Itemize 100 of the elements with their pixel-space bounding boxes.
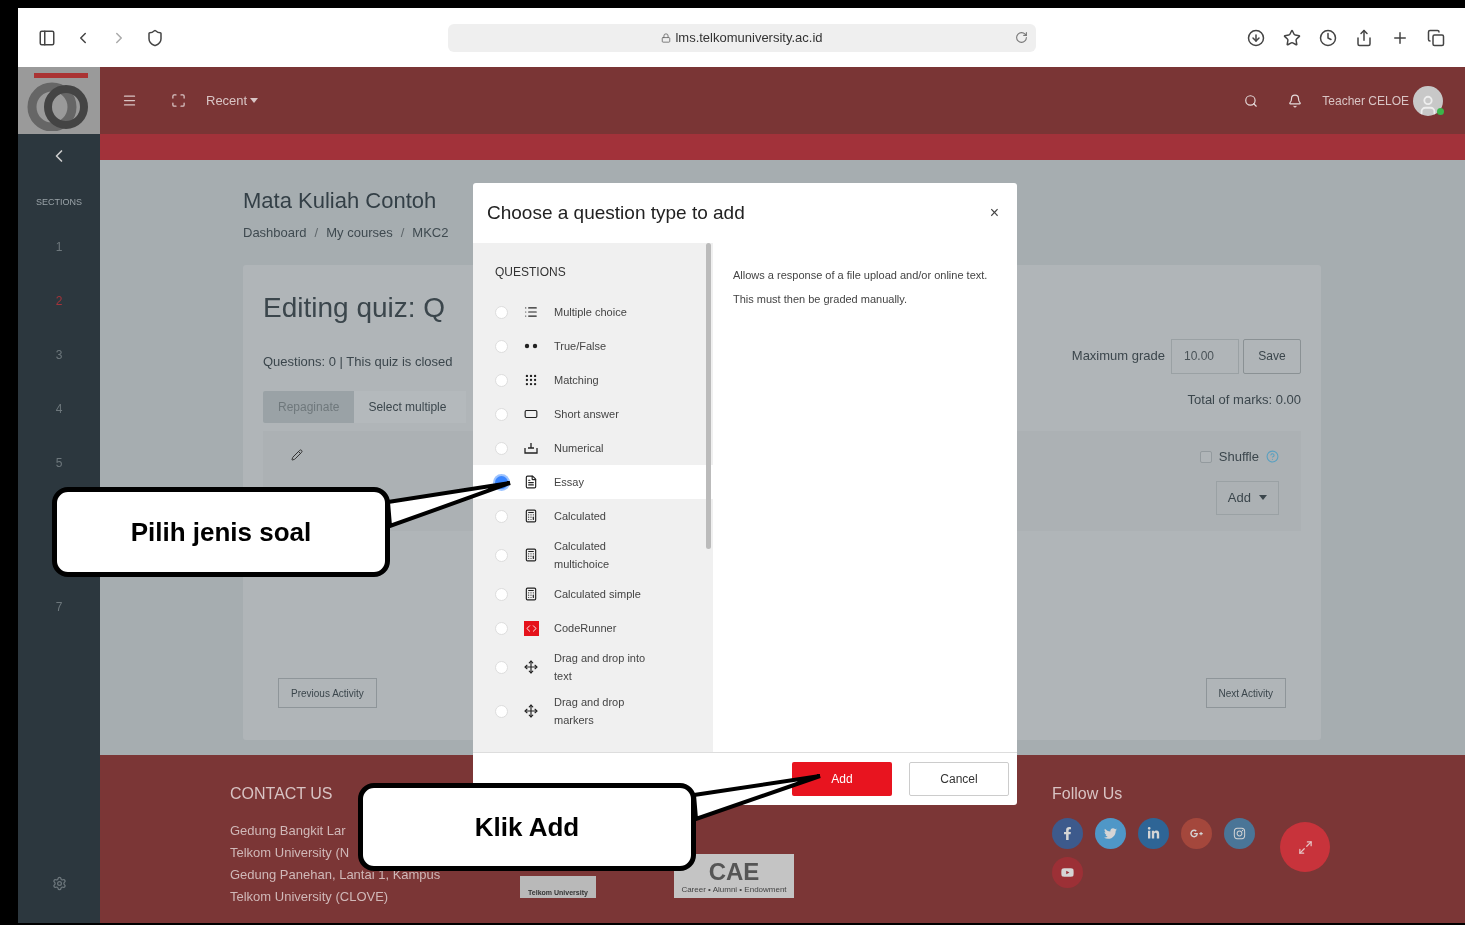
question-type-label: Calculated bbox=[554, 509, 607, 524]
list-icon bbox=[524, 305, 538, 319]
twitter-icon bbox=[1104, 827, 1117, 840]
dot-grid-icon bbox=[524, 373, 538, 387]
add-button[interactable]: Add bbox=[792, 762, 892, 796]
radio-button[interactable] bbox=[495, 407, 508, 421]
settings-icon[interactable] bbox=[51, 876, 67, 891]
facebook-link[interactable] bbox=[1052, 818, 1083, 849]
question-type-label: Matching bbox=[554, 373, 600, 388]
question-type-option[interactable]: Numerical bbox=[473, 431, 713, 465]
question-type-label: Calculated simple bbox=[554, 587, 642, 602]
tabs-icon[interactable] bbox=[1427, 28, 1445, 47]
history-icon[interactable] bbox=[1319, 28, 1337, 47]
user-name[interactable]: Teacher CELOE bbox=[1322, 91, 1409, 110]
breadcrumb-link[interactable]: MKC2 bbox=[412, 223, 449, 243]
menu-icon[interactable] bbox=[122, 93, 137, 108]
youtube-link[interactable] bbox=[1052, 857, 1083, 888]
calculator-icon bbox=[524, 509, 538, 523]
twitter-link[interactable] bbox=[1095, 818, 1126, 849]
calculator-icon bbox=[524, 587, 538, 601]
previous-activity-button[interactable]: Previous Activity bbox=[278, 678, 377, 708]
radio-button[interactable] bbox=[495, 509, 508, 523]
question-type-label: CodeRunner bbox=[554, 621, 618, 636]
youtube-icon bbox=[1061, 866, 1074, 879]
edit-icon[interactable] bbox=[291, 449, 303, 461]
radio-button[interactable] bbox=[495, 587, 508, 601]
radio-button[interactable] bbox=[495, 339, 508, 353]
expand-button[interactable] bbox=[1280, 822, 1330, 872]
question-type-label: True/False bbox=[554, 339, 608, 354]
maximum-grade-field[interactable]: 10.00 bbox=[1171, 338, 1239, 374]
radio-button[interactable] bbox=[495, 441, 508, 455]
question-type-option[interactable]: Calculated multichoice bbox=[473, 533, 713, 577]
radio-button[interactable] bbox=[495, 373, 508, 387]
radio-button[interactable] bbox=[495, 548, 508, 562]
site-logo[interactable] bbox=[18, 67, 100, 134]
question-type-option[interactable]: Drag and drop into text bbox=[473, 645, 713, 689]
question-type-label: Short answer bbox=[554, 407, 620, 422]
caret-icon bbox=[250, 98, 259, 103]
notifications-icon[interactable] bbox=[1288, 93, 1303, 108]
question-type-option[interactable]: Multiple choice bbox=[473, 295, 713, 329]
course-title: Mata Kuliah Contoh bbox=[243, 187, 437, 215]
question-type-option[interactable]: True/False bbox=[473, 329, 713, 363]
googleplus-icon bbox=[1190, 827, 1203, 840]
radio-button[interactable] bbox=[495, 660, 508, 674]
fullscreen-icon[interactable] bbox=[171, 93, 186, 108]
instagram-icon bbox=[1233, 827, 1246, 840]
question-description: Allows a response of a file upload and/or online text. This must then be graded manually. bbox=[732, 268, 989, 307]
scrollbar[interactable] bbox=[706, 243, 711, 549]
contact-line: Gedung Bangkit Lar bbox=[230, 822, 346, 840]
linkedin-link[interactable] bbox=[1138, 818, 1169, 849]
share-icon[interactable] bbox=[1355, 28, 1373, 47]
question-type-option[interactable]: CodeRunner bbox=[473, 611, 713, 645]
radio-button[interactable] bbox=[495, 305, 508, 319]
save-button[interactable]: Save bbox=[1243, 338, 1301, 374]
sidebar-toggle-icon[interactable] bbox=[38, 28, 56, 47]
question-type-option[interactable]: Calculated simple bbox=[473, 577, 713, 611]
facebook-icon bbox=[1061, 827, 1074, 840]
next-activity-button[interactable]: Next Activity bbox=[1205, 678, 1286, 708]
question-type-label: Drag and drop into text bbox=[554, 651, 647, 684]
reload-icon[interactable] bbox=[1015, 31, 1028, 44]
linkedin-icon bbox=[1147, 827, 1160, 840]
recent-menu[interactable]: Recent bbox=[206, 90, 259, 111]
question-type-option[interactable]: Essay bbox=[473, 465, 713, 499]
question-type-label: Multiple choice bbox=[554, 305, 628, 320]
shield-icon[interactable] bbox=[146, 28, 164, 47]
quiz-title: Editing quiz: Q bbox=[263, 290, 446, 325]
question-type-option[interactable]: Short answer bbox=[473, 397, 713, 431]
user-avatar[interactable] bbox=[1413, 85, 1443, 116]
contact-line: Telkom University (CLOVE) bbox=[230, 888, 389, 906]
googleplus-link[interactable] bbox=[1181, 818, 1212, 849]
dialog-title: Choose a question type to add bbox=[487, 200, 745, 225]
select-multiple-button[interactable]: Select multiple bbox=[354, 391, 467, 423]
download-icon[interactable] bbox=[1247, 28, 1265, 47]
star-icon[interactable] bbox=[1283, 28, 1301, 47]
breadcrumb-link[interactable]: Dashboard bbox=[243, 223, 307, 243]
cancel-button[interactable]: Cancel bbox=[909, 762, 1009, 796]
add-dropdown-button[interactable]: Add bbox=[1215, 480, 1279, 515]
document-icon bbox=[524, 475, 538, 489]
question-type-label: Essay bbox=[554, 475, 585, 490]
move-arrows-icon bbox=[524, 660, 538, 674]
breadcrumb-separator: / bbox=[400, 224, 405, 242]
question-type-label: Numerical bbox=[554, 441, 605, 456]
question-type-option[interactable]: Calculated bbox=[473, 499, 713, 533]
search-icon[interactable] bbox=[1244, 93, 1259, 108]
breadcrumb-link[interactable]: My courses bbox=[326, 223, 393, 243]
breadcrumb-separator: / bbox=[314, 224, 319, 242]
close-button[interactable]: × bbox=[985, 201, 1003, 225]
instagram-link[interactable] bbox=[1224, 818, 1255, 849]
radio-button[interactable] bbox=[495, 704, 508, 718]
question-type-option[interactable]: Drag and drop markers bbox=[473, 689, 713, 733]
calculator-icon bbox=[524, 548, 538, 562]
shuffle-label: Shuffle bbox=[1218, 448, 1259, 466]
shuffle-checkbox[interactable] bbox=[1199, 450, 1212, 463]
expand-arrows-icon bbox=[1297, 839, 1313, 855]
address-bar[interactable]: lms.telkomuniversity.ac.id bbox=[448, 23, 1036, 52]
sections-heading: SECTIONS bbox=[36, 196, 82, 209]
move-arrows-icon bbox=[524, 704, 538, 718]
question-type-option[interactable]: Matching bbox=[473, 363, 713, 397]
radio-button[interactable] bbox=[495, 621, 508, 635]
maximum-grade-label: Maximum grade bbox=[1071, 347, 1165, 366]
